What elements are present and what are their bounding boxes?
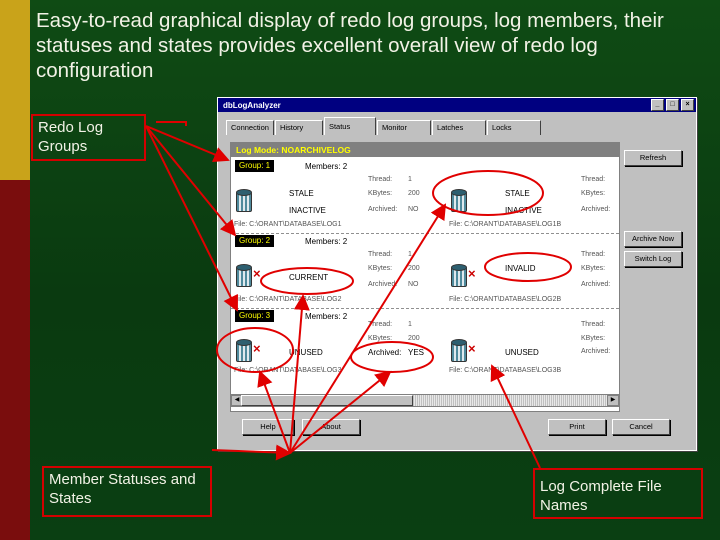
- log-member-icon[interactable]: [236, 264, 252, 287]
- member-status: UNUSED: [289, 348, 323, 357]
- scroll-thumb[interactable]: [241, 395, 413, 406]
- thread-value: 1: [408, 176, 412, 183]
- print-button[interactable]: Print: [548, 419, 606, 435]
- refresh-button[interactable]: Refresh: [624, 150, 682, 166]
- group-label[interactable]: Group: 2: [235, 235, 275, 247]
- log-file-name: File: C:\ORANT\DATABASE\LOG3B: [449, 367, 562, 374]
- scroll-right-icon[interactable]: ▶: [607, 395, 619, 406]
- group-3-row: Group: 3 Members: 2 × UNUSED Thread: 1 K…: [231, 309, 619, 384]
- log-member-icon[interactable]: [451, 189, 467, 212]
- log-member-icon[interactable]: [236, 189, 252, 212]
- log-file-name: File: C:\ORANT\DATABASE\LOG1: [234, 221, 342, 228]
- member-status: STALE: [505, 189, 530, 198]
- log-member-icon[interactable]: [236, 339, 252, 362]
- error-x-icon: ×: [253, 341, 261, 356]
- log-file-name: File: C:\ORANT\DATABASE\LOG2B: [449, 296, 562, 303]
- archived-label: Archived:: [581, 206, 611, 213]
- log-file-name: File: C:\ORANT\DATABASE\LOG1B: [449, 221, 562, 228]
- group-label[interactable]: Group: 3: [235, 310, 275, 322]
- kbytes-value: 200: [408, 335, 420, 342]
- kbytes-label: KBytes:: [368, 265, 393, 272]
- tab-monitor[interactable]: Monitor: [376, 120, 431, 135]
- callout-log-file-names: Log Complete File Names: [533, 468, 703, 519]
- kbytes-label: KBytes:: [581, 335, 606, 342]
- archived-label: Archived:: [581, 348, 611, 355]
- error-x-icon: ×: [253, 266, 261, 281]
- status-panel[interactable]: Log Mode: NOARCHIVELOG Group: 1 Members:…: [230, 142, 620, 412]
- arrow: [156, 121, 187, 126]
- horizontal-scrollbar[interactable]: ◀ ▶: [230, 394, 620, 407]
- thread-label: Thread:: [581, 321, 606, 328]
- callout-redo-log-groups: Redo Log Groups: [31, 114, 146, 161]
- member-state: INACTIVE: [505, 206, 542, 215]
- tab-locks[interactable]: Locks: [486, 120, 541, 135]
- log-mode-banner: Log Mode: NOARCHIVELOG: [231, 143, 619, 157]
- accent-stripe-bottom: [0, 180, 30, 540]
- log-member-icon[interactable]: [451, 339, 467, 362]
- group-label[interactable]: Group: 1: [235, 160, 275, 172]
- member-state: INACTIVE: [289, 206, 326, 215]
- log-file-name: File: C:\ORANT\DATABASE\LOG3: [234, 367, 342, 374]
- member-status: CURRENT: [289, 273, 329, 282]
- log-member-icon[interactable]: [451, 264, 467, 287]
- tab-connection[interactable]: Connection: [226, 120, 274, 135]
- error-x-icon: ×: [468, 341, 476, 356]
- help-button[interactable]: Help: [242, 419, 294, 435]
- members-count: Members: 2: [305, 312, 348, 321]
- slide-headline: Easy-to-read graphical display of redo l…: [36, 9, 664, 82]
- close-icon[interactable]: ×: [681, 99, 694, 111]
- archive-now-button[interactable]: Archive Now: [624, 231, 682, 247]
- archived-label: Archived:: [581, 281, 611, 288]
- maximize-icon[interactable]: □: [666, 99, 679, 111]
- kbytes-value: 200: [408, 265, 420, 272]
- kbytes-label: KBytes:: [581, 190, 606, 197]
- archived-label: Archived:: [368, 206, 398, 213]
- members-count: Members: 2: [305, 237, 348, 246]
- kbytes-label: KBytes:: [581, 265, 606, 272]
- archived-label: Archived:: [368, 348, 402, 357]
- log-file-name: File: C:\ORANT\DATABASE\LOG2: [234, 296, 342, 303]
- window-title-bar[interactable]: dbLogAnalyzer _ □ ×: [218, 98, 696, 112]
- kbytes-label: KBytes:: [368, 335, 393, 342]
- members-count: Members: 2: [305, 162, 348, 171]
- archived-value: NO: [408, 206, 419, 213]
- thread-value: 1: [408, 321, 412, 328]
- tab-history[interactable]: History: [274, 120, 323, 135]
- member-status: UNUSED: [505, 348, 539, 357]
- callout-member-statuses: Member Statuses and States: [42, 466, 212, 517]
- log-analyzer-window: dbLogAnalyzer _ □ × Connection History S…: [217, 97, 697, 451]
- thread-value: 1: [408, 251, 412, 258]
- tab-latches[interactable]: Latches: [431, 120, 486, 135]
- group-2-row: Group: 2 Members: 2 × CURRENT Thread: 1 …: [231, 234, 619, 309]
- about-button[interactable]: About: [302, 419, 360, 435]
- kbytes-value: 200: [408, 190, 420, 197]
- kbytes-label: KBytes:: [368, 190, 393, 197]
- thread-label: Thread:: [368, 251, 393, 258]
- cancel-button[interactable]: Cancel: [612, 419, 670, 435]
- archived-label: Archived:: [368, 281, 398, 288]
- thread-label: Thread:: [368, 176, 393, 183]
- minimize-icon[interactable]: _: [651, 99, 664, 111]
- archived-value: YES: [408, 348, 425, 357]
- thread-label: Thread:: [581, 251, 606, 258]
- member-status: STALE: [289, 189, 314, 198]
- thread-label: Thread:: [581, 176, 606, 183]
- error-x-icon: ×: [468, 266, 476, 281]
- arrow: [145, 125, 230, 163]
- switch-log-button[interactable]: Switch Log: [624, 251, 682, 267]
- thread-label: Thread:: [368, 321, 393, 328]
- group-1-row: Group: 1 Members: 2 STALE INACTIVE Threa…: [231, 159, 619, 234]
- accent-stripe-top: [0, 0, 30, 180]
- archived-value: NO: [408, 281, 419, 288]
- member-status: INVALID: [505, 264, 536, 273]
- tab-strip: Connection History Status Monitor Latche…: [226, 117, 542, 135]
- tab-status[interactable]: Status: [323, 117, 376, 135]
- window-title: dbLogAnalyzer: [223, 100, 281, 110]
